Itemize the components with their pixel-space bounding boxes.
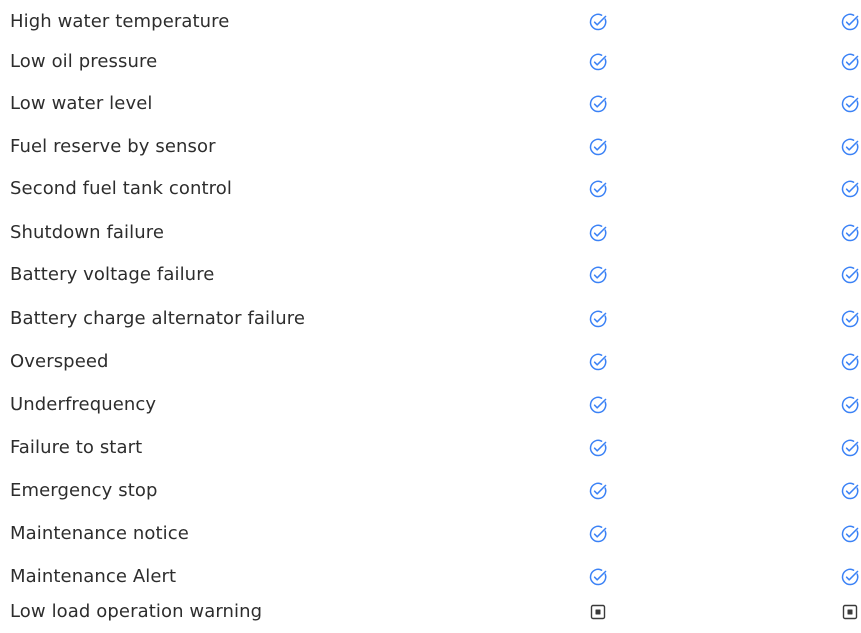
table-row: High water temperature xyxy=(0,0,861,43)
check-circle-icon xyxy=(586,167,610,210)
table-row: Second fuel tank control xyxy=(0,167,861,210)
row-label: Second fuel tank control xyxy=(10,178,232,199)
row-label: High water temperature xyxy=(10,11,230,32)
table-row: Overspeed xyxy=(0,340,861,383)
row-label: Maintenance notice xyxy=(10,523,189,544)
check-circle-icon xyxy=(838,469,861,512)
row-label: Fuel reserve by sensor xyxy=(10,136,216,157)
check-circle-icon xyxy=(586,340,610,383)
row-label: Overspeed xyxy=(10,351,109,372)
check-circle-icon xyxy=(586,383,610,426)
table-row: Failure to start xyxy=(0,426,861,469)
dot-square-icon xyxy=(838,590,861,633)
check-circle-icon xyxy=(586,297,610,340)
table-row: Battery charge alternator failure xyxy=(0,297,861,340)
table-row: Low water level xyxy=(0,82,861,125)
check-circle-icon xyxy=(586,125,610,168)
check-circle-icon xyxy=(838,0,861,43)
table-row: Fuel reserve by sensor xyxy=(0,125,861,168)
check-circle-icon xyxy=(838,253,861,296)
check-circle-icon xyxy=(586,0,610,43)
feature-table: High water temperature Low oil pressure … xyxy=(0,0,861,626)
check-circle-icon xyxy=(838,297,861,340)
table-row: Maintenance notice xyxy=(0,512,861,555)
table-row: Battery voltage failure xyxy=(0,253,861,296)
table-row: Underfrequency xyxy=(0,383,861,426)
table-row: Emergency stop xyxy=(0,469,861,512)
table-row: Low load operation warning xyxy=(0,590,861,633)
check-circle-icon xyxy=(838,82,861,125)
check-circle-icon xyxy=(838,125,861,168)
check-circle-icon xyxy=(838,426,861,469)
check-circle-icon xyxy=(586,469,610,512)
row-label: Emergency stop xyxy=(10,480,158,501)
check-circle-icon xyxy=(838,40,861,83)
table-row: Shutdown failure xyxy=(0,211,861,254)
row-label: Failure to start xyxy=(10,437,143,458)
check-circle-icon xyxy=(586,211,610,254)
check-circle-icon xyxy=(586,426,610,469)
row-label: Battery voltage failure xyxy=(10,264,215,285)
table-row: Low oil pressure xyxy=(0,40,861,83)
dot-square-icon xyxy=(586,590,610,633)
check-circle-icon xyxy=(586,253,610,296)
check-circle-icon xyxy=(586,512,610,555)
check-circle-icon xyxy=(586,82,610,125)
row-label: Battery charge alternator failure xyxy=(10,308,306,329)
row-label: Underfrequency xyxy=(10,394,157,415)
check-circle-icon xyxy=(838,167,861,210)
row-label: Low water level xyxy=(10,93,153,114)
row-label: Low oil pressure xyxy=(10,51,158,72)
check-circle-icon xyxy=(838,340,861,383)
check-circle-icon xyxy=(838,512,861,555)
check-circle-icon xyxy=(838,211,861,254)
check-circle-icon xyxy=(838,383,861,426)
check-circle-icon xyxy=(586,40,610,83)
row-label: Shutdown failure xyxy=(10,222,165,243)
row-label: Low load operation warning xyxy=(10,601,263,622)
